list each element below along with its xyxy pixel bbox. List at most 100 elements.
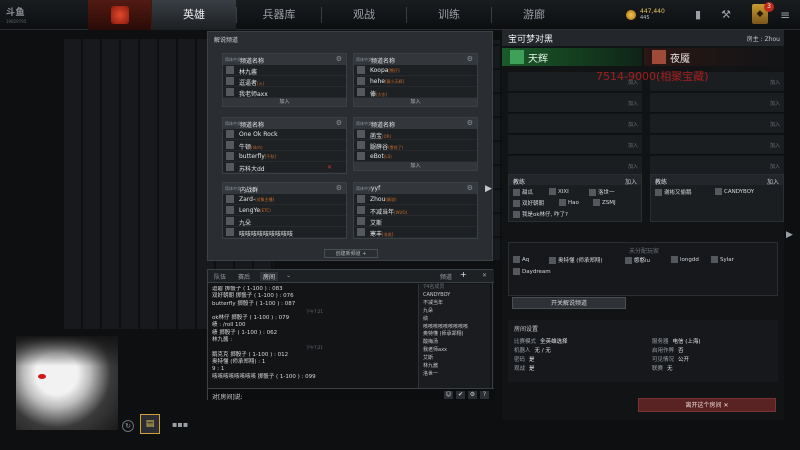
radiant-slot[interactable]: 加入 xyxy=(508,156,642,176)
gear-icon[interactable]: ⚙ xyxy=(336,55,342,63)
list-item[interactable]: One Ok Rock xyxy=(223,129,346,140)
tab-arcade[interactable]: 游廊 xyxy=(492,0,576,30)
chevron-down-icon[interactable]: ⌄ xyxy=(286,272,291,279)
avatar xyxy=(549,188,556,195)
settings-icon[interactable]: ⚙ xyxy=(468,391,477,399)
create-channel-button[interactable]: 创建新频道 + xyxy=(324,249,378,258)
list-item[interactable]: 咳咳咳咳咳咳咳咳咳 xyxy=(223,227,346,238)
list-item[interactable]: 不减当年(WUO) xyxy=(354,205,477,216)
coach-member[interactable]: ZSMJ xyxy=(593,199,616,206)
list-item[interactable]: 绩 xyxy=(419,316,490,324)
tab-heroes[interactable]: 英雄 xyxy=(152,0,236,30)
list-item[interactable]: 傣(大东) xyxy=(354,87,477,98)
coach-join-button[interactable]: 加入 xyxy=(767,177,779,186)
list-item[interactable]: Zard-(对象主播) xyxy=(223,194,346,205)
channel-label[interactable]: 频道 xyxy=(440,272,452,281)
list-item[interactable]: 我老师axx xyxy=(419,347,490,355)
inventory-icon[interactable]: ▮ xyxy=(690,7,706,23)
list-item[interactable]: 林九酱 xyxy=(419,363,490,371)
dire-slot[interactable]: 加入 xyxy=(650,93,784,113)
list-item[interactable]: butterfly[千秋] xyxy=(223,151,346,162)
unassigned-player[interactable]: longdd xyxy=(671,256,699,263)
list-item[interactable]: 艾斯 xyxy=(354,216,477,227)
list-item[interactable]: Zhou(解说) xyxy=(354,194,477,205)
dire-slot[interactable]: 加入 xyxy=(650,114,784,134)
emoji-icon[interactable]: ☺ xyxy=(444,391,453,399)
tab-learn[interactable]: 训练 xyxy=(407,0,491,30)
member-name: butterfly xyxy=(239,153,265,160)
list-item[interactable]: 我老师axx xyxy=(223,87,346,98)
coach-member[interactable]: 双好朝朝 xyxy=(513,199,544,207)
coach-name: 谢彬又偷鹅 xyxy=(664,190,692,196)
unassigned-player[interactable]: Aq xyxy=(513,256,529,263)
list-item[interactable]: CANDYBOY xyxy=(419,292,490,300)
refresh-icon[interactable]: ↻ xyxy=(122,420,134,432)
close-icon[interactable]: ✕ xyxy=(482,272,487,279)
radiant-slot[interactable]: 加入 xyxy=(508,93,642,113)
unassigned-player[interactable]: Sylar xyxy=(711,256,734,263)
coach-member[interactable]: 甜瓜 xyxy=(513,188,533,196)
rank-medal-icon[interactable]: ▤ xyxy=(140,414,160,434)
coach-member[interactable]: 洛世一 xyxy=(589,188,615,196)
toggle-caster-channel-button[interactable]: 开关解说频道 xyxy=(512,297,626,309)
chat-input[interactable]: 对[房间]说: ☺ ✔ ⚙ ? xyxy=(208,388,494,401)
coach-member[interactable]: 我是ok林仔, 咋了? xyxy=(513,210,568,218)
tab-postgame[interactable]: 赛后 xyxy=(238,272,250,281)
settings-icon[interactable]: ⚒ xyxy=(718,7,734,23)
party-icon[interactable]: ▪▪▪ xyxy=(172,420,190,432)
radiant-slot[interactable]: 加入 xyxy=(508,114,642,134)
dire-slot[interactable]: 加入 xyxy=(650,156,784,176)
join-button[interactable]: 加入 xyxy=(223,98,346,106)
list-item[interactable]: 不减当年 xyxy=(419,300,490,308)
coach-name: 我是ok林仔, 咋了? xyxy=(522,212,568,218)
gear-icon[interactable]: ⚙ xyxy=(336,119,342,127)
unassigned-player[interactable]: Daydream xyxy=(513,268,551,275)
list-item[interactable]: 艾斯 xyxy=(419,355,490,363)
tab-room[interactable]: 房间 xyxy=(260,272,279,281)
expand-arrow-icon[interactable]: ▶ xyxy=(786,230,793,240)
join-button[interactable]: 加入 xyxy=(354,162,477,170)
list-item[interactable]: LengYe(ETC) xyxy=(223,205,346,216)
unassigned-player[interactable]: 奥特懂 (师承郑翔) xyxy=(549,256,603,264)
dire-slot[interactable]: 加入 xyxy=(650,135,784,155)
join-button[interactable]: 加入 xyxy=(354,98,477,106)
list-item[interactable]: hehe[黄小天辉] xyxy=(354,76,477,87)
coach-member[interactable]: XIXI xyxy=(549,188,569,195)
gear-icon[interactable]: ⚙ xyxy=(467,55,473,63)
list-item[interactable]: 苏科大dd ✕ xyxy=(223,162,346,173)
list-item[interactable]: 牛顿(ldch) xyxy=(223,140,346,151)
collapse-arrow-icon[interactable]: ▶ xyxy=(485,184,492,194)
list-item[interactable]: 逗逼者(火) xyxy=(223,76,346,87)
list-item[interactable]: eBot(LS) xyxy=(354,151,477,162)
list-item[interactable]: 林九酱 xyxy=(223,65,346,76)
coach-member[interactable]: CANDYBOY xyxy=(715,188,754,195)
list-item[interactable]: 菡宝(OR) xyxy=(354,129,477,140)
radiant-slot[interactable]: 加入 xyxy=(508,135,642,155)
check-icon[interactable]: ✔ xyxy=(456,391,465,399)
chat-timestamp: 下午7:21 xyxy=(306,345,323,351)
tab-watch[interactable]: 观战 xyxy=(322,0,406,30)
member-name: 林九酱 xyxy=(239,69,258,76)
logo-room-id: 19829795 xyxy=(6,19,27,24)
gear-icon[interactable]: ⚙ xyxy=(467,119,473,127)
tab-armory[interactable]: 兵器库 xyxy=(237,0,321,30)
gear-icon[interactable]: ⚙ xyxy=(467,184,473,192)
list-item[interactable]: 洛世一 xyxy=(419,371,490,379)
list-item[interactable]: Koopa[熊仔] xyxy=(354,65,477,76)
unassigned-player[interactable]: 憨憨iu xyxy=(625,256,650,264)
coach-member[interactable]: Hao xyxy=(559,199,579,206)
coach-member[interactable]: 谢彬又偷鹅 xyxy=(655,188,692,196)
coach-join-button[interactable]: 加入 xyxy=(625,177,637,186)
list-item[interactable]: 腿薛谷(零排了) xyxy=(354,140,477,151)
list-item[interactable]: 九朵 xyxy=(223,216,346,227)
leave-room-button[interactable]: 离开这个房间 ✕ xyxy=(638,398,776,412)
add-icon[interactable]: + xyxy=(460,270,467,279)
gear-icon[interactable]: ⚙ xyxy=(336,184,342,192)
help-icon[interactable]: ? xyxy=(480,391,489,399)
menu-icon[interactable]: ≡ xyxy=(780,8,790,22)
tab-team[interactable]: 队伍 xyxy=(214,272,226,281)
close-icon[interactable]: ✕ xyxy=(327,164,332,171)
list-item[interactable]: 九朵 xyxy=(419,308,490,316)
list-item[interactable]: 寒丰[非说] xyxy=(354,227,477,238)
dota-menu-button[interactable] xyxy=(88,0,152,30)
